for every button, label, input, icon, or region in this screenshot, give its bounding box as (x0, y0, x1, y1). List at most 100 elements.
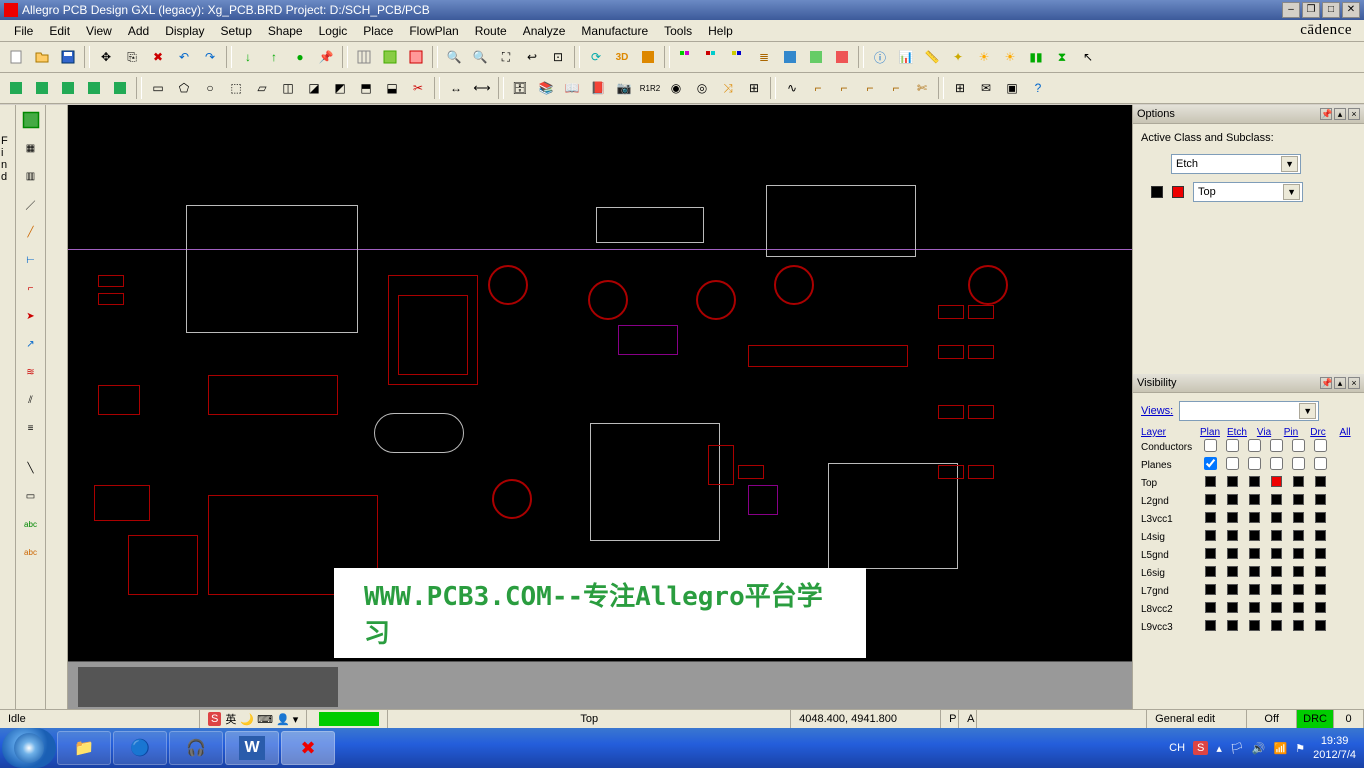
lt-step-icon[interactable]: ⌐ (18, 275, 44, 301)
layer-swatch[interactable] (1293, 584, 1304, 595)
mail-icon[interactable]: ✉ (974, 76, 998, 100)
cb[interactable] (1248, 439, 1261, 452)
hourglass-icon[interactable]: ⧗ (1050, 45, 1074, 69)
cb[interactable] (1226, 457, 1239, 470)
cb[interactable] (1226, 439, 1239, 452)
tray-action-icon[interactable]: ⚑ (1295, 742, 1305, 755)
info-icon[interactable]: ⓘ (868, 45, 892, 69)
menu-logic[interactable]: Logic (311, 22, 356, 40)
panel-close-icon[interactable]: × (1348, 377, 1360, 389)
layers-b-icon[interactable] (700, 45, 724, 69)
sun-a-icon[interactable]: ☀ (972, 45, 996, 69)
lt-arrow-icon[interactable]: ➤ (18, 303, 44, 329)
route-e-icon[interactable]: ✄ (910, 76, 934, 100)
win-b-icon[interactable]: ▣ (1000, 76, 1024, 100)
lt-text-icon[interactable]: abc (18, 511, 44, 537)
layer-swatch[interactable] (1293, 566, 1304, 577)
select-icon[interactable]: ⬚ (224, 76, 248, 100)
cm-icon[interactable] (778, 45, 802, 69)
layer-swatch[interactable] (1271, 548, 1282, 559)
lt-slide-icon[interactable]: ↗ (18, 331, 44, 357)
new-icon[interactable] (4, 45, 28, 69)
layer-swatch[interactable] (1315, 620, 1326, 631)
layer-swatch[interactable] (1293, 602, 1304, 613)
taskbar-allegro-icon[interactable]: ✖ (281, 731, 335, 765)
taskbar-media-icon[interactable]: 🎧 (169, 731, 223, 765)
layer-swatch[interactable] (1227, 494, 1238, 505)
lt-draw-icon[interactable]: ╲ (18, 455, 44, 481)
find-tab[interactable]: Find (1, 135, 8, 183)
layer-swatch[interactable] (1227, 530, 1238, 541)
refresh-icon[interactable]: ⟳ (584, 45, 608, 69)
lt-comp-icon[interactable]: ▥ (18, 163, 44, 189)
views-dropdown[interactable] (1179, 401, 1319, 421)
hdr-pin[interactable]: Pin (1280, 427, 1302, 438)
check-icon[interactable] (830, 45, 854, 69)
layer-swatch[interactable] (1205, 494, 1216, 505)
tray-network-icon[interactable]: 📶 (1274, 742, 1288, 755)
redo-icon[interactable]: ↷ (198, 45, 222, 69)
layer-swatch[interactable] (1249, 494, 1260, 505)
tray-flag-icon[interactable]: 🏳 (1230, 742, 1244, 755)
menu-shape[interactable]: Shape (260, 22, 311, 40)
void-d-icon[interactable]: ⬒ (354, 76, 378, 100)
layer-swatch[interactable] (1227, 584, 1238, 595)
menu-view[interactable]: View (78, 22, 120, 40)
layer-swatch[interactable] (1271, 620, 1282, 631)
layer-swatch[interactable] (1293, 476, 1304, 487)
3d-icon[interactable]: 3D (610, 45, 634, 69)
taskbar-word-icon[interactable]: W (225, 731, 279, 765)
open-icon[interactable] (30, 45, 54, 69)
void-c-icon[interactable]: ◩ (328, 76, 352, 100)
panel-up-icon[interactable]: ▴ (1334, 108, 1346, 120)
layer-swatch[interactable] (1293, 620, 1304, 631)
layer-swatch[interactable] (1249, 602, 1260, 613)
taskbar-explorer-icon[interactable]: 📁 (57, 731, 111, 765)
hdr-via[interactable]: Via (1253, 427, 1275, 438)
bars-icon[interactable]: ▮▮ (1024, 45, 1048, 69)
layer-swatch[interactable] (1205, 530, 1216, 541)
lib-c-icon[interactable]: 📕 (586, 76, 610, 100)
help-icon[interactable]: ? (1026, 76, 1050, 100)
lt-conn-icon[interactable]: ⊢ (18, 247, 44, 273)
layer-swatch[interactable] (1315, 530, 1326, 541)
lt-note-icon[interactable]: abc (18, 539, 44, 565)
ruler-icon[interactable]: 📏 (920, 45, 944, 69)
lt-trace-icon[interactable]: ╱ (18, 219, 44, 245)
layer-swatch[interactable] (1293, 494, 1304, 505)
pick-icon[interactable]: ● (288, 45, 312, 69)
cb[interactable] (1292, 439, 1305, 452)
taskbar-clock[interactable]: 19:39 2012/7/4 (1313, 734, 1356, 762)
void-a-icon[interactable]: ◫ (276, 76, 300, 100)
stack-icon[interactable]: ≣ (752, 45, 776, 69)
save-icon[interactable] (56, 45, 80, 69)
lt-chip-icon[interactable] (18, 107, 44, 133)
panel-up-icon[interactable]: ▴ (1334, 377, 1346, 389)
lt-pair-icon[interactable]: ⫽ (18, 387, 44, 413)
layer-swatch[interactable] (1227, 602, 1238, 613)
menu-manufacture[interactable]: Manufacture (573, 22, 656, 40)
layer-swatch[interactable] (1249, 548, 1260, 559)
swap-icon[interactable]: ⤨ (716, 76, 740, 100)
status-p[interactable]: P (941, 710, 959, 728)
layer-swatch[interactable] (1315, 512, 1326, 523)
layer-swatch[interactable] (1249, 620, 1260, 631)
layer-swatch[interactable] (1293, 512, 1304, 523)
zoom-in-icon[interactable]: 🔍 (442, 45, 466, 69)
cb[interactable] (1314, 457, 1327, 470)
hdr-drc[interactable]: Drc (1307, 427, 1329, 438)
shape-e-icon[interactable] (108, 76, 132, 100)
lt-diff-icon[interactable]: ≋ (18, 359, 44, 385)
layer-swatch[interactable] (1271, 566, 1282, 577)
copy-icon[interactable]: ⎘ (120, 45, 144, 69)
layer-swatch[interactable] (1293, 548, 1304, 559)
layer-swatch[interactable] (1249, 512, 1260, 523)
cb[interactable] (1314, 439, 1327, 452)
minimize-button[interactable]: – (1282, 2, 1300, 18)
panel-close-icon[interactable]: × (1348, 108, 1360, 120)
wave-icon[interactable]: ∿ (780, 76, 804, 100)
layer-swatch[interactable] (1227, 476, 1238, 487)
menu-file[interactable]: File (6, 22, 41, 40)
panel-pin-icon[interactable]: 📌 (1320, 377, 1332, 389)
anchor-down-icon[interactable]: ↓ (236, 45, 260, 69)
